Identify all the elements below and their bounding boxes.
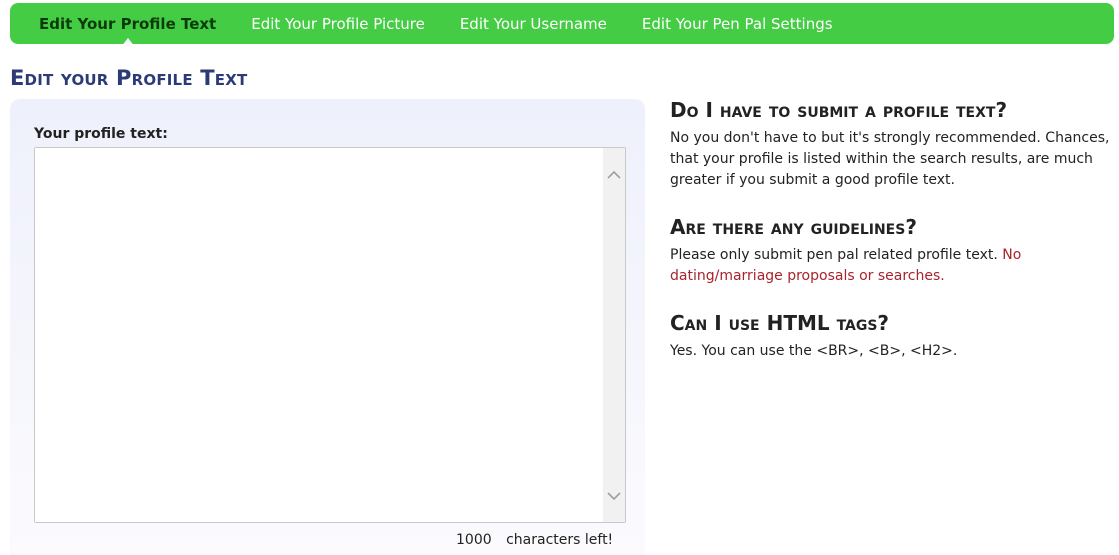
profile-text-textarea[interactable] (35, 148, 603, 522)
faq-item: Are there any guidelines? Please only su… (670, 215, 1110, 287)
page-title: Edit your Profile Text (10, 66, 248, 90)
tab-edit-profile-picture[interactable]: Edit Your Profile Picture (251, 15, 425, 33)
faq-section: Do I have to submit a profile text? No y… (670, 98, 1110, 386)
chevron-down-icon[interactable] (603, 486, 625, 506)
profile-text-label: Your profile text: (34, 126, 168, 142)
faq-item: Do I have to submit a profile text? No y… (670, 98, 1110, 191)
faq-answer: No you don't have to but it's strongly r… (670, 130, 1110, 188)
profile-text-form: Your profile text: 1000 characters left! (10, 99, 645, 555)
tab-edit-username[interactable]: Edit Your Username (460, 15, 607, 33)
tab-edit-profile-text[interactable]: Edit Your Profile Text (39, 15, 216, 47)
faq-question: Can I use HTML tags? (670, 311, 890, 335)
characters-left-count: 1000 (456, 532, 492, 548)
characters-left-counter: 1000 characters left! (456, 532, 613, 548)
faq-item: Can I use HTML tags? Yes. You can use th… (670, 311, 1110, 362)
faq-answer: Please only submit pen pal related profi… (670, 245, 1110, 287)
textarea-scrollbar[interactable] (603, 148, 625, 522)
tab-edit-pen-pal-settings[interactable]: Edit Your Pen Pal Settings (642, 15, 833, 33)
faq-answer-text: Please only submit pen pal related profi… (670, 247, 998, 263)
profile-text-field-frame (34, 147, 626, 523)
faq-question: Are there any guidelines? (670, 215, 917, 239)
top-navigation: Edit Your Profile Text Edit Your Profile… (10, 3, 1114, 47)
faq-answer: Yes. You can use the <BR>, <B>, <H2>. (670, 343, 958, 359)
chevron-up-icon[interactable] (603, 164, 625, 184)
faq-question: Do I have to submit a profile text? (670, 98, 1008, 122)
characters-left-suffix: characters left! (506, 532, 614, 548)
